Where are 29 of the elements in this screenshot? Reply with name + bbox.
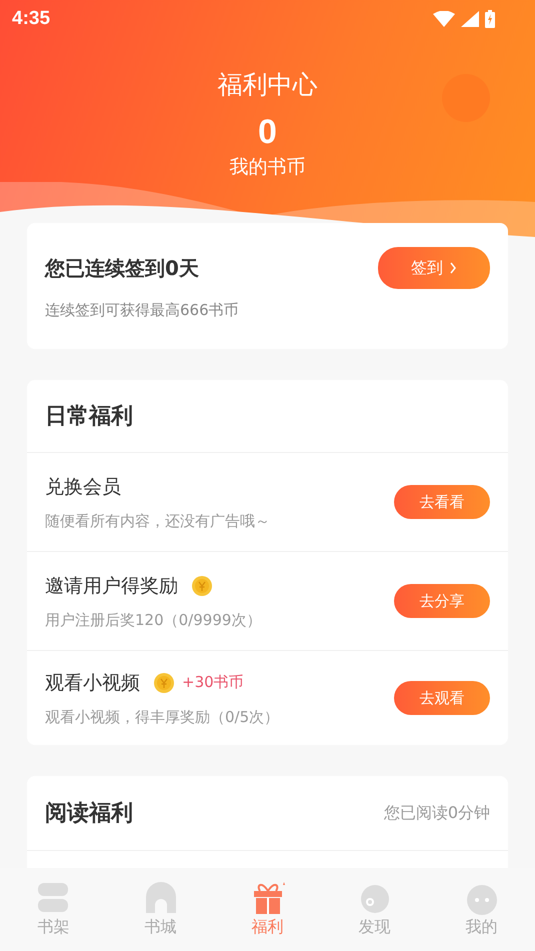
- coin-label: 我的书币: [230, 155, 306, 180]
- task-button[interactable]: 去看看: [394, 485, 490, 519]
- section-title: 日常福利: [45, 403, 133, 431]
- chevron-icon: [449, 262, 457, 274]
- reading-time: 您已阅读0分钟: [384, 802, 490, 824]
- nav-tab[interactable]: 福利: [238, 881, 298, 938]
- task-description: 观看小视频，得丰厚奖励（0/5次）: [45, 708, 280, 726]
- task-button[interactable]: 去分享: [394, 584, 490, 618]
- nav-tab[interactable]: 书架: [24, 881, 84, 938]
- section-title: 阅读福利: [45, 800, 133, 828]
- checkin-button[interactable]: 签到: [378, 247, 490, 289]
- wifi-icon: [433, 11, 455, 27]
- checkin-hint: 连续签到可获得最高666书币: [45, 301, 240, 320]
- status-time: 4:35: [12, 8, 50, 30]
- nav-tab[interactable]: 发现: [344, 881, 404, 938]
- task-title: 兑换会员: [45, 474, 121, 500]
- signal-icon: [461, 11, 479, 27]
- task-title: 邀请用户得奖励: [45, 574, 178, 598]
- task-title: 观看小视频: [45, 670, 140, 696]
- coin-balance: 0: [258, 113, 277, 152]
- task-description: 用户注册后奖120（0/9999次）: [45, 610, 262, 630]
- battery-icon: [485, 10, 495, 28]
- task-description: 随便看所有内容，还没有广告哦～: [45, 512, 270, 530]
- task-button[interactable]: 去观看: [394, 681, 490, 715]
- nav-tab[interactable]: 我的: [452, 881, 512, 938]
- checkin-title: 您已连续签到0天: [45, 254, 199, 282]
- page-title: 福利中心: [218, 69, 318, 101]
- nav-tab[interactable]: 书城: [130, 881, 190, 938]
- reward-text: +30书币: [182, 673, 244, 692]
